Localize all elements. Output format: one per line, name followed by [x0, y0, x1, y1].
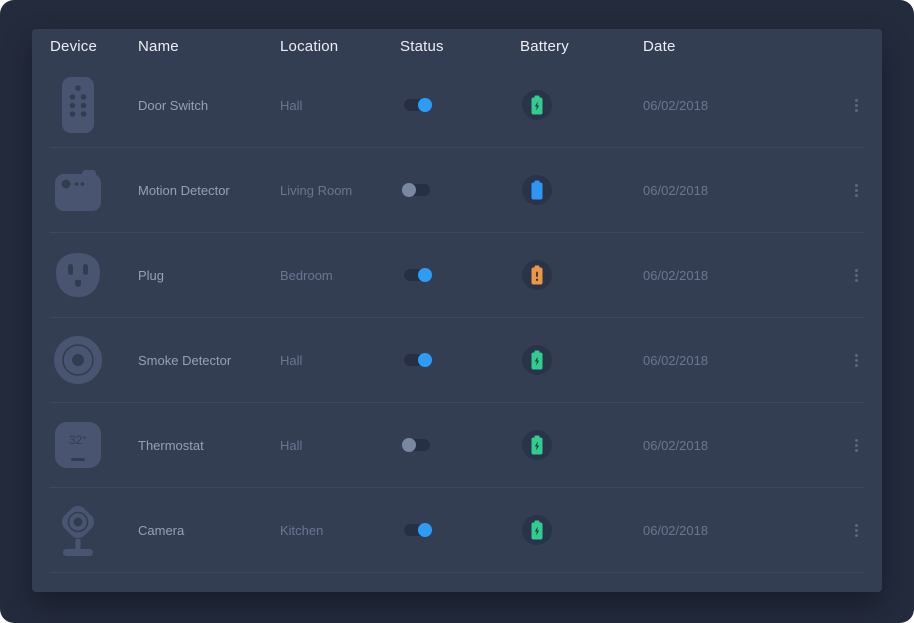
smart-home-devices-screen: Device Name Location Status Battery Date	[0, 0, 914, 623]
device-table-card: Device Name Location Status Battery Date	[32, 29, 882, 592]
status-toggle[interactable]	[404, 439, 430, 451]
battery-indicator	[522, 175, 552, 205]
device-name: Motion Detector	[138, 183, 280, 198]
battery-icon	[529, 95, 545, 115]
status-toggle[interactable]	[404, 184, 430, 196]
device-icon-cell: 32°	[50, 422, 106, 468]
row-menu-button[interactable]	[849, 435, 864, 456]
table-header-row: Device Name Location Status Battery Date	[32, 29, 882, 63]
battery-cell	[520, 515, 643, 545]
device-icon-cell: 32°	[50, 170, 106, 211]
row-menu-button[interactable]	[849, 180, 864, 201]
door-switch-remote-icon	[61, 77, 95, 133]
battery-cell	[520, 175, 643, 205]
row-menu-button[interactable]	[849, 350, 864, 371]
device-name: Door Switch	[138, 98, 280, 113]
smoke-detector-icon	[53, 335, 103, 385]
svg-text:32°: 32°	[69, 433, 87, 447]
battery-icon	[529, 180, 545, 200]
device-location: Kitchen	[280, 523, 400, 538]
column-header-status: Status	[400, 38, 520, 55]
device-date: 06/02/2018	[643, 268, 834, 283]
battery-indicator	[522, 260, 552, 290]
device-date: 06/02/2018	[643, 438, 834, 453]
toggle-knob	[418, 98, 432, 112]
status-cell	[400, 354, 520, 366]
table-row: 32° Smoke Detector Hall	[50, 318, 864, 403]
toggle-knob	[418, 268, 432, 282]
battery-indicator	[522, 345, 552, 375]
column-header-location: Location	[280, 38, 400, 55]
camera-icon	[55, 503, 101, 557]
column-header-date: Date	[643, 38, 834, 55]
device-location: Hall	[280, 438, 400, 453]
battery-indicator	[522, 515, 552, 545]
device-location: Hall	[280, 98, 400, 113]
motion-detector-icon	[55, 170, 101, 211]
battery-cell	[520, 260, 643, 290]
row-menu-button[interactable]	[849, 95, 864, 116]
battery-indicator	[522, 90, 552, 120]
status-cell	[400, 524, 520, 536]
device-location: Living Room	[280, 183, 400, 198]
status-toggle[interactable]	[404, 99, 430, 111]
battery-cell	[520, 90, 643, 120]
status-toggle[interactable]	[404, 269, 430, 281]
row-menu-button[interactable]	[849, 520, 864, 541]
table-row: 32° Plug Bedroom	[50, 233, 864, 318]
device-icon-cell: 32°	[50, 77, 106, 133]
device-icon-cell: 32°	[50, 503, 106, 557]
toggle-knob	[418, 353, 432, 367]
battery-icon	[529, 520, 545, 540]
device-date: 06/02/2018	[643, 183, 834, 198]
device-table-body: 32° Door Switch Hall	[32, 63, 882, 573]
device-icon-cell: 32°	[50, 252, 106, 298]
toggle-knob	[418, 523, 432, 537]
device-date: 06/02/2018	[643, 523, 834, 538]
row-menu-button[interactable]	[849, 265, 864, 286]
thermostat-icon: 32°	[55, 422, 101, 468]
status-toggle[interactable]	[404, 524, 430, 536]
device-name: Thermostat	[138, 438, 280, 453]
device-name: Plug	[138, 268, 280, 283]
status-cell	[400, 269, 520, 281]
device-name: Smoke Detector	[138, 353, 280, 368]
device-location: Hall	[280, 353, 400, 368]
table-row: 32° Motion Detector Living Room	[50, 148, 864, 233]
battery-cell	[520, 430, 643, 460]
device-name: Camera	[138, 523, 280, 538]
battery-cell	[520, 345, 643, 375]
status-cell	[400, 439, 520, 451]
battery-icon	[529, 350, 545, 370]
battery-icon	[529, 265, 545, 285]
battery-indicator	[522, 430, 552, 460]
plug-icon	[55, 252, 101, 298]
status-toggle[interactable]	[404, 354, 430, 366]
toggle-knob	[402, 438, 416, 452]
device-date: 06/02/2018	[643, 353, 834, 368]
battery-icon	[529, 435, 545, 455]
table-row: 32° Door Switch Hall	[50, 63, 864, 148]
device-date: 06/02/2018	[643, 98, 834, 113]
device-location: Bedroom	[280, 268, 400, 283]
column-header-battery: Battery	[520, 38, 643, 55]
device-icon-cell: 32°	[50, 335, 106, 385]
status-cell	[400, 99, 520, 111]
column-header-name: Name	[138, 38, 280, 55]
table-row: 32° Thermostat Hall	[50, 403, 864, 488]
status-cell	[400, 184, 520, 196]
table-row: 32° Camera Kitchen	[50, 488, 864, 573]
column-header-device: Device	[50, 38, 138, 55]
toggle-knob	[402, 183, 416, 197]
